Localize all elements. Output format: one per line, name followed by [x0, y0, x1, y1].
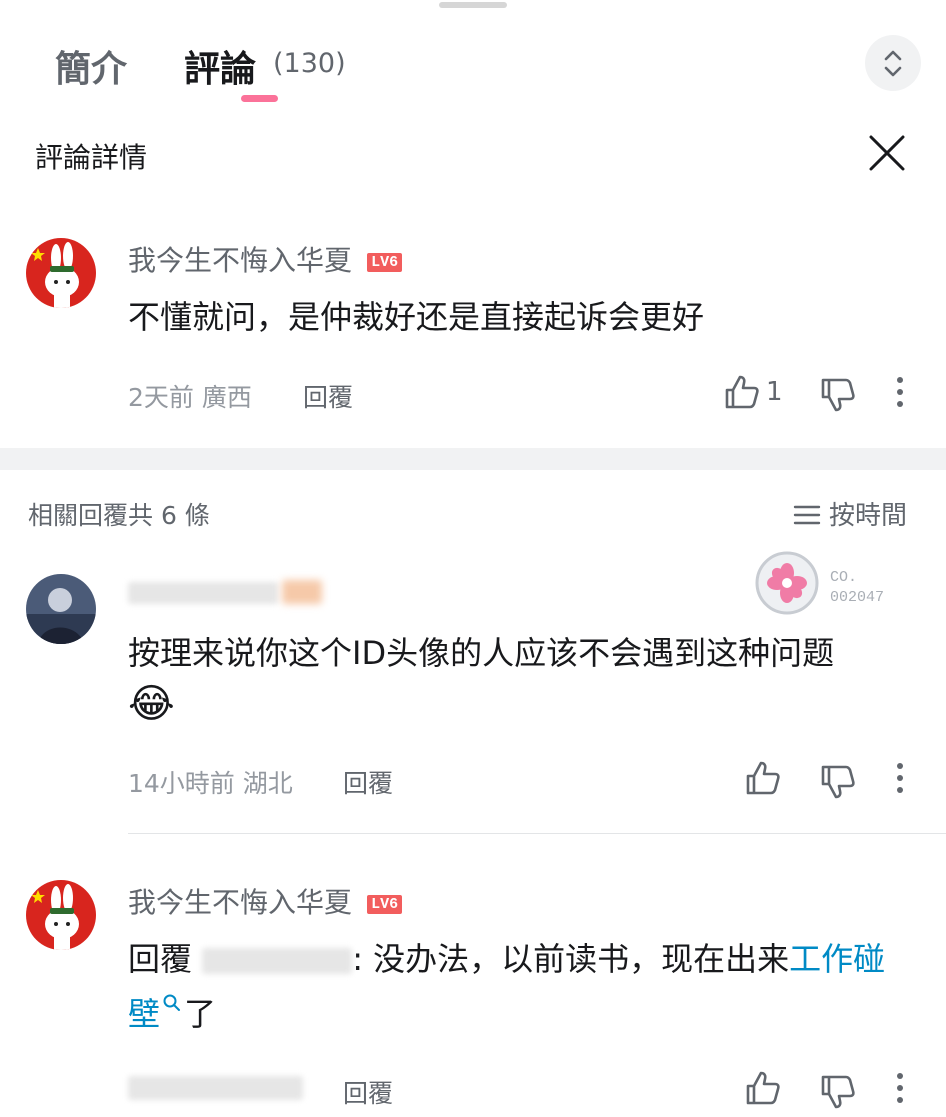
user-avatar-icon — [26, 574, 96, 644]
laughing-emoji-icon: 😂 — [128, 681, 175, 727]
sort-label: 按時間 — [829, 501, 908, 531]
expand-collapse-button[interactable] — [865, 35, 921, 91]
tab-intro[interactable]: 簡介 — [55, 40, 127, 92]
username[interactable]: 我今生不悔入华夏 — [128, 244, 352, 277]
reply-body: : 没办法，以前读书，现在出来 — [352, 940, 790, 978]
section-divider — [0, 448, 946, 470]
tab-comments[interactable]: 評論 — [184, 40, 256, 92]
reply-text: 按理来说你这个ID头像的人应该不会遇到这种问题 — [128, 634, 835, 672]
rabbit-avatar-icon — [26, 238, 96, 308]
badge-number: 002047 — [830, 589, 885, 606]
more-options-button[interactable] — [880, 758, 920, 798]
like-button[interactable] — [722, 372, 762, 412]
reply-button[interactable]: 回覆 — [343, 1074, 393, 1110]
reply-suffix: 了 — [184, 995, 217, 1033]
more-options-button[interactable] — [880, 1068, 920, 1108]
level-badge: LV6 — [367, 895, 403, 914]
reply-time-location: 14小時前 湖北 — [128, 769, 293, 798]
more-vertical-icon — [897, 763, 903, 793]
blurred-time-location — [128, 1076, 303, 1100]
dislike-button[interactable] — [818, 762, 858, 802]
thumbs-up-icon — [725, 375, 759, 409]
close-icon — [869, 135, 905, 171]
close-button[interactable] — [866, 132, 908, 174]
reply-prefix: 回覆 — [128, 940, 203, 978]
thumbs-up-icon — [746, 1071, 780, 1105]
fan-badge — [748, 547, 826, 617]
main-comment-header: 我今生不悔入华夏 LV6 — [128, 239, 403, 279]
fan-badge-text: CO. 002047 — [830, 568, 884, 608]
more-options-button[interactable] — [880, 372, 920, 412]
active-tab-indicator — [241, 95, 278, 102]
reply-button[interactable]: 回覆 — [343, 764, 393, 800]
reply-divider — [128, 833, 946, 834]
blurred-username — [128, 582, 278, 604]
level-badge: LV6 — [367, 253, 403, 272]
blurred-mention[interactable] — [202, 948, 353, 974]
reply-button[interactable]: 回覆 — [303, 378, 353, 414]
search-icon[interactable] — [162, 993, 182, 1013]
dislike-button[interactable] — [818, 1072, 858, 1112]
badge-title: CO. — [830, 569, 858, 586]
more-vertical-icon — [897, 1073, 903, 1103]
replies-count-label: 相關回覆共 6 條 — [28, 501, 210, 530]
drag-handle[interactable] — [439, 2, 507, 8]
blurred-level-badge — [282, 580, 322, 604]
avatar[interactable] — [26, 238, 96, 308]
like-button[interactable] — [743, 758, 783, 798]
reply-header: 我今生不悔入华夏 LV6 — [128, 881, 403, 921]
like-button[interactable] — [743, 1068, 783, 1108]
like-count: 1 — [766, 377, 783, 407]
sort-by-time-button[interactable]: 按時間 — [793, 495, 907, 532]
sort-list-icon — [793, 505, 821, 525]
avatar[interactable] — [26, 574, 96, 644]
rabbit-avatar-icon — [26, 880, 96, 950]
thumbs-down-icon — [821, 765, 855, 799]
more-vertical-icon — [897, 377, 903, 407]
expand-chevrons-icon — [884, 50, 902, 77]
thumbs-down-icon — [821, 378, 855, 412]
comment-time-location: 2天前 廣西 — [128, 383, 252, 412]
flower-badge-icon — [755, 551, 819, 615]
panel-title: 評論詳情 — [35, 141, 148, 174]
comment-text: 不懂就问，是仲裁好还是直接起诉会更好 — [128, 298, 705, 336]
reply-text: 回覆 : 没办法，以前读书，现在出来工作碰壁 了 — [128, 932, 908, 1042]
dislike-button[interactable] — [818, 375, 858, 415]
avatar[interactable] — [26, 880, 96, 950]
thumbs-up-icon — [746, 761, 780, 795]
comments-count: (130) — [273, 48, 346, 79]
username[interactable]: 我今生不悔入华夏 — [128, 886, 352, 919]
thumbs-down-icon — [821, 1075, 855, 1109]
